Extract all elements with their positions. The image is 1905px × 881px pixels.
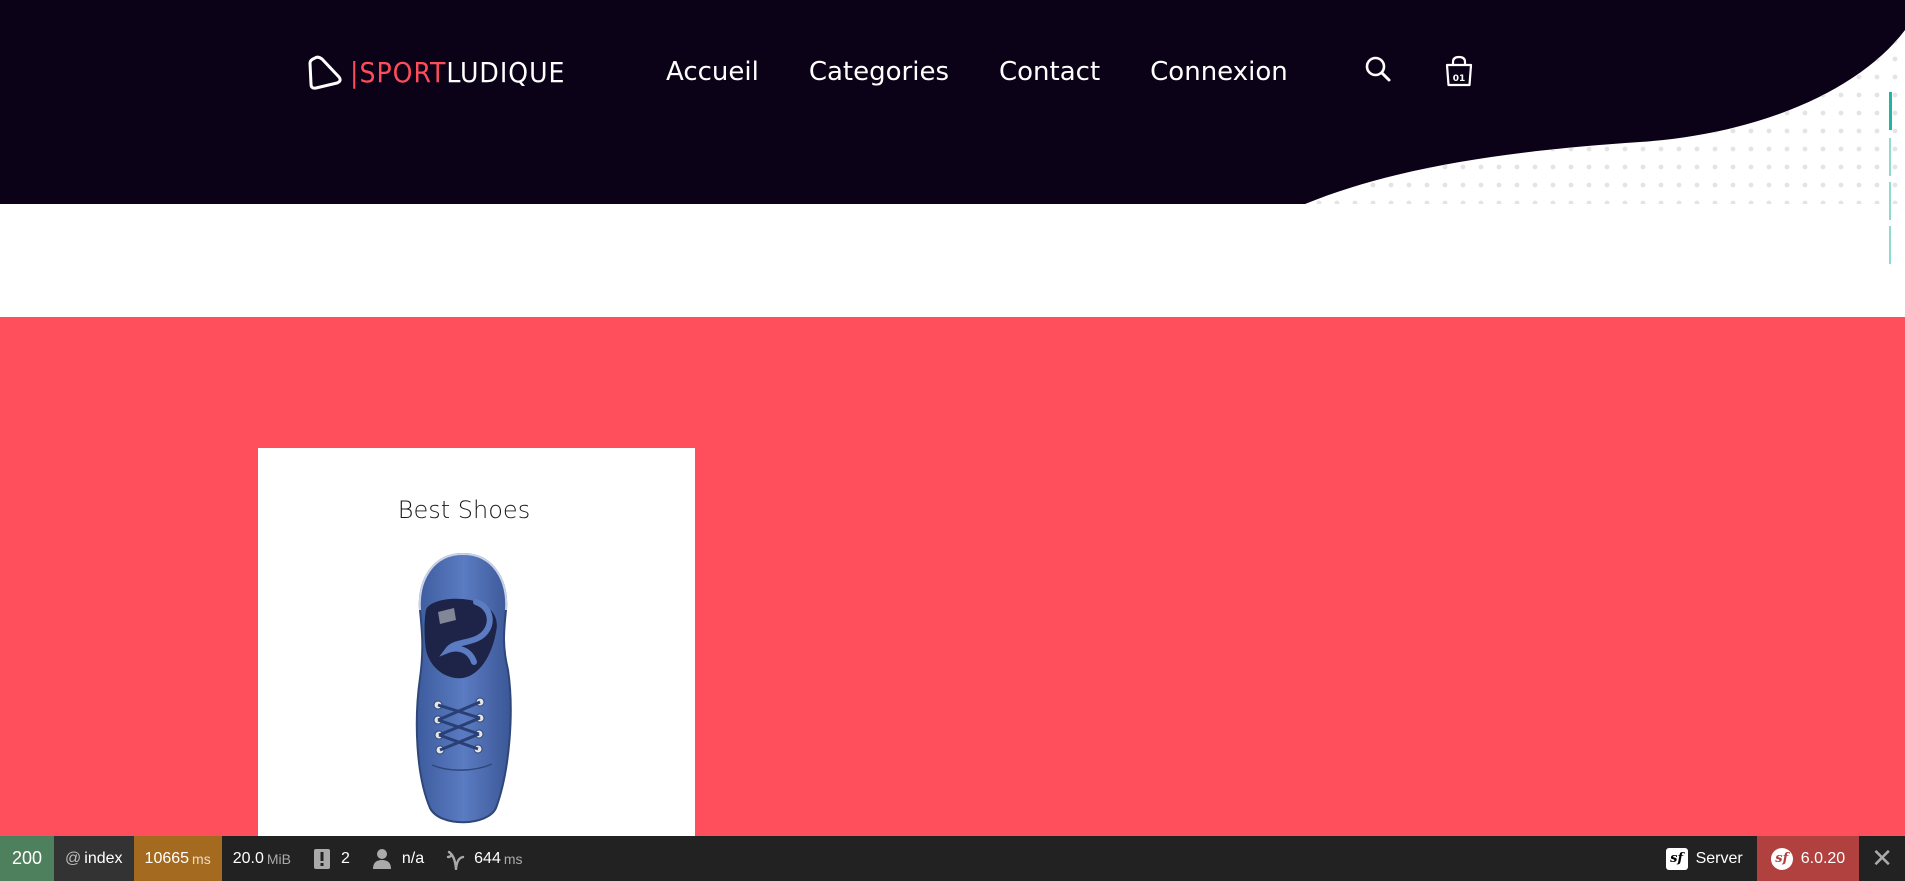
nav-connexion[interactable]: Connexion [1150, 57, 1288, 87]
symfony-server-icon: sf [1665, 847, 1688, 870]
main-nav: Accueil Categories Contact Connexion [666, 52, 1338, 92]
toolbar-time[interactable]: 10665 ms [133, 836, 222, 881]
nav-contact[interactable]: Contact [999, 57, 1100, 87]
blue-sneaker-image [415, 552, 512, 824]
cart-count: 01 [1453, 74, 1466, 84]
toolbar-memory[interactable]: 20.0 MiB [222, 836, 302, 881]
product-image [408, 550, 518, 835]
toolbar-security[interactable]: n/a [361, 836, 435, 881]
site-logo[interactable]: |SPORTLUDIQUE [306, 52, 565, 94]
toolbar-twig[interactable]: 644 ms [435, 836, 533, 881]
toolbar-symfony-version[interactable]: sf 6.0.20 [1756, 836, 1860, 881]
search-icon[interactable] [1364, 55, 1392, 88]
section-indicator-active[interactable] [1889, 92, 1892, 130]
toolbar-close-icon[interactable]: ✕ [1859, 836, 1905, 881]
section-indicator[interactable] [1889, 182, 1894, 220]
nav-categories[interactable]: Categories [809, 57, 949, 87]
debug-toolbar: 200 @ index 10665 ms 20.0 MiB 2 n/a 644 … [0, 836, 1905, 881]
product-card[interactable]: Best Shoes [258, 448, 695, 838]
section-indicator[interactable] [1889, 226, 1894, 264]
logo-mark-icon [308, 55, 342, 90]
symfony-logo-icon: sf [1770, 847, 1793, 870]
product-title: Best Shoes [397, 496, 531, 524]
toolbar-logs[interactable]: 2 [302, 836, 361, 881]
toolbar-status-code[interactable]: 200 [0, 836, 55, 881]
site-header: |SPORTLUDIQUE Accueil Categories Contact… [0, 0, 1905, 204]
user-icon [372, 848, 391, 869]
logs-icon [313, 848, 330, 869]
shopping-bag-icon[interactable]: 01 [1443, 54, 1475, 93]
twig-icon [446, 850, 465, 870]
header-wave-decoration [1305, 30, 1905, 204]
toolbar-server[interactable]: sf Server [1652, 836, 1757, 881]
toolbar-route[interactable]: @ index [54, 836, 134, 881]
nav-accueil[interactable]: Accueil [666, 57, 759, 87]
logo-text: |SPORTLUDIQUE [350, 56, 566, 89]
toolbar-right: sf Server sf 6.0.20 ✕ [1652, 836, 1905, 881]
section-indicator[interactable] [1889, 138, 1894, 176]
